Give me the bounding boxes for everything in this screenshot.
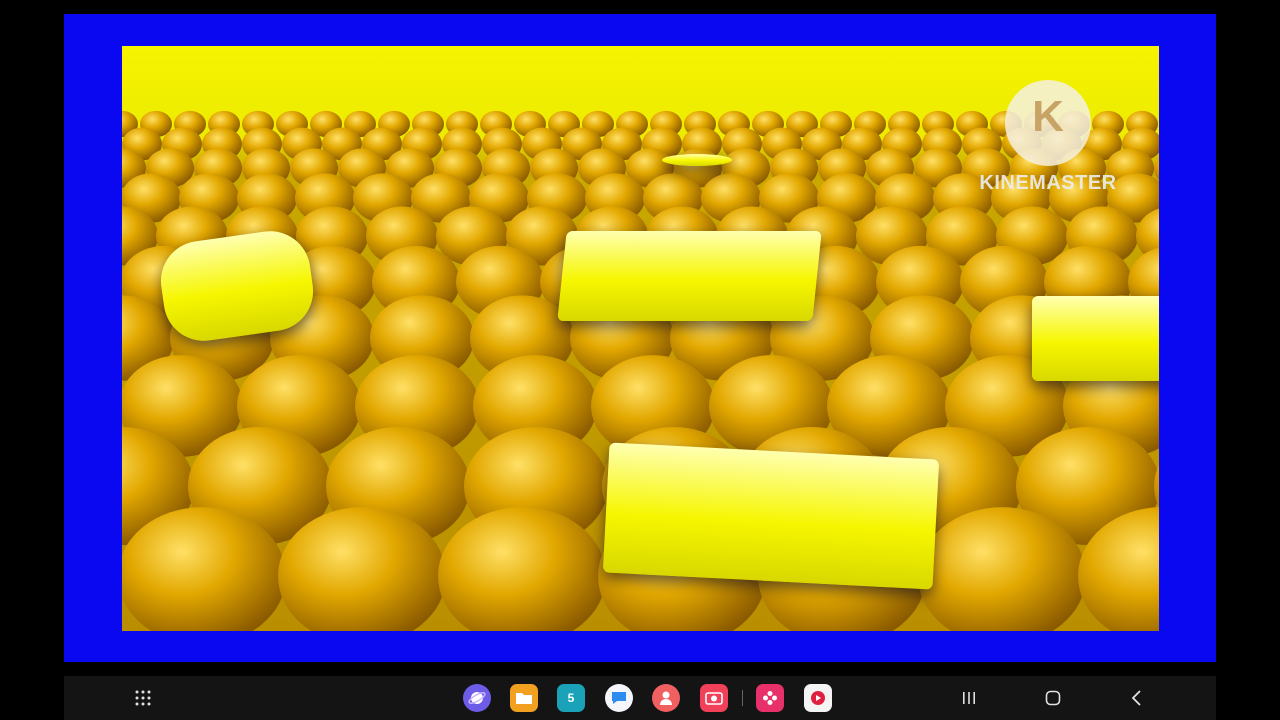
chat-bubble-icon xyxy=(612,692,626,704)
kinemaster-watermark: K KINEMASTER xyxy=(973,80,1123,195)
my-files-app-icon[interactable] xyxy=(510,684,538,712)
folder-icon xyxy=(516,693,532,704)
home-button[interactable] xyxy=(1038,676,1068,720)
back-button[interactable] xyxy=(1122,676,1152,720)
screen-recorder-app-icon[interactable] xyxy=(804,684,832,712)
video-frame[interactable]: K KINEMASTER xyxy=(122,46,1159,631)
calendar-app-icon[interactable]: 5 xyxy=(557,684,585,712)
back-icon xyxy=(1131,690,1141,706)
record-icon xyxy=(811,691,825,705)
letter-block-far xyxy=(662,154,732,166)
kinemaster-logo-letter: K xyxy=(1032,92,1064,141)
recent-apps-icon xyxy=(963,692,975,704)
internet-app-icon[interactable] xyxy=(463,684,491,712)
grid-icon xyxy=(135,690,151,706)
gallery-app-icon[interactable] xyxy=(756,684,784,712)
contacts-app-icon[interactable] xyxy=(652,684,680,712)
recent-apps-button[interactable] xyxy=(954,676,984,720)
letter-block-right xyxy=(1032,296,1159,381)
navigation-bar: 5 xyxy=(64,676,1216,720)
tablet-screen: K KINEMASTER xyxy=(64,14,1216,662)
flower-icon xyxy=(763,691,777,705)
dock-divider xyxy=(742,690,743,706)
letter-block-top xyxy=(557,231,822,321)
planet-icon xyxy=(468,692,486,704)
camera-icon xyxy=(705,692,723,705)
camera-app-icon[interactable] xyxy=(700,684,728,712)
kinemaster-brand-text: KINEMASTER xyxy=(979,172,1117,194)
letter-block-bottom xyxy=(602,442,940,590)
person-icon xyxy=(660,691,672,705)
home-icon xyxy=(1045,690,1061,706)
messages-app-icon[interactable] xyxy=(605,684,633,712)
calendar-day: 5 xyxy=(567,691,575,705)
kinemaster-logo-icon: K xyxy=(1005,80,1091,166)
app-drawer-button[interactable] xyxy=(128,676,158,720)
